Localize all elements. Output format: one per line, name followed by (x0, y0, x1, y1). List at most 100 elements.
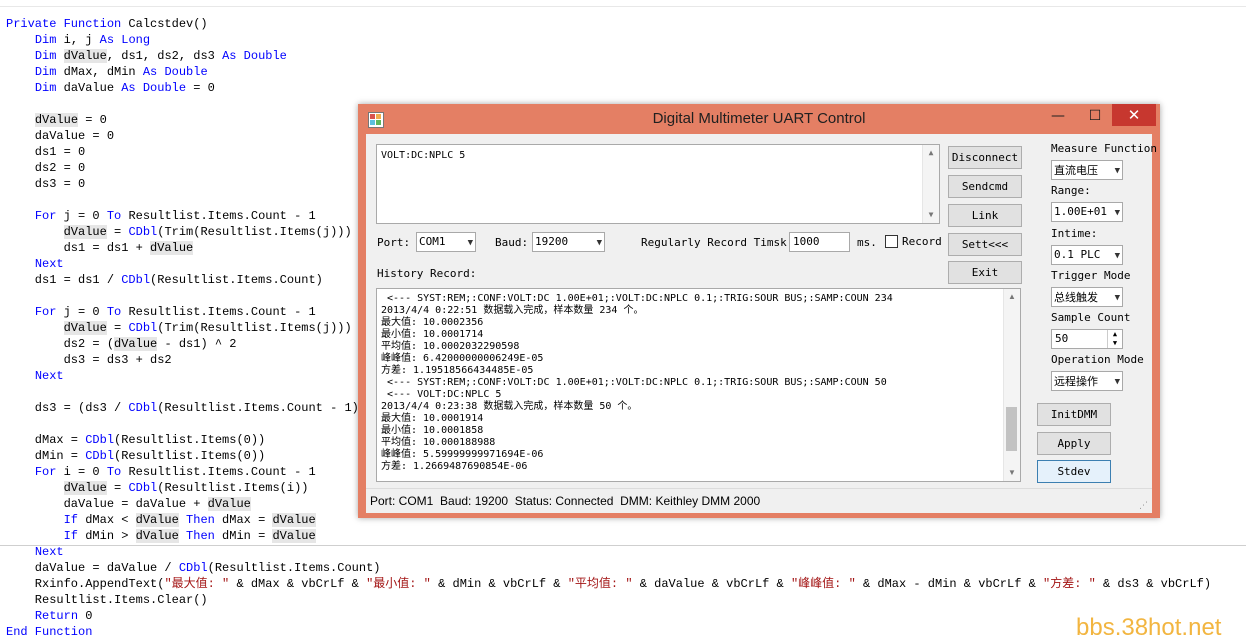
apply-button[interactable]: Apply (1037, 432, 1111, 455)
code-line: Next (6, 368, 64, 384)
code-token: CDbl (121, 273, 151, 287)
code-token: dValue (63, 49, 107, 63)
code-token: dValue (63, 321, 107, 335)
scroll-down-icon[interactable]: ▼ (923, 207, 939, 223)
history-line: 平均值: 10.000188988 (381, 437, 496, 448)
code-token: Calcstdev() (121, 17, 208, 31)
code-line: Return 0 (6, 608, 93, 624)
code-token: & daValue & vbCrLf & (632, 577, 791, 591)
code-token: & ds3 & vbCrLf) (1095, 577, 1212, 591)
editor-top-bar (0, 0, 1246, 7)
code-token: daValue = 0 (6, 129, 115, 143)
editor-divider (0, 545, 1246, 546)
chevron-down-icon: ▼ (1114, 166, 1120, 176)
code-token: (Resultlist.Items.Count) (207, 561, 381, 575)
history-line: 最小值: 10.0001714 (381, 329, 484, 340)
window-title-bar[interactable]: Digital Multimeter UART Control — ☐ ✕ (358, 104, 1160, 134)
code-token: ds3 = ds3 + ds2 (6, 353, 172, 367)
code-token: (Resultlist.Items(0)) (114, 449, 266, 463)
scroll-thumb[interactable] (1006, 407, 1017, 451)
record-checkbox[interactable] (885, 235, 898, 248)
minimize-button[interactable]: — (1048, 106, 1068, 126)
code-token: ds3 = 0 (6, 177, 86, 191)
scroll-up-icon[interactable]: ▲ (1004, 289, 1020, 305)
measure-function-select[interactable]: 直流电压 ▼ (1051, 160, 1123, 180)
status-text: Port: COM1 Baud: 19200 Status: Connected… (370, 494, 761, 508)
range-label: Range: (1051, 184, 1091, 197)
trigger-mode-select[interactable]: 总线触发 ▼ (1051, 287, 1123, 307)
record-time-value: 1000 (793, 235, 820, 248)
code-token: To (106, 209, 122, 223)
history-line: <--- SYST:REM;:CONF:VOLT:DC 1.00E+01;:VO… (381, 293, 893, 304)
code-line: For j = 0 To Resultlist.Items.Count - 1 (6, 304, 316, 320)
code-token: = (106, 481, 129, 495)
code-token: dMax < (78, 513, 136, 527)
history-record[interactable]: <--- SYST:REM;:CONF:VOLT:DC 1.00E+01;:VO… (376, 288, 1021, 482)
range-select[interactable]: 1.00E+01 ▼ (1051, 202, 1123, 222)
history-line: <--- SYST:REM;:CONF:VOLT:DC 1.00E+01;:VO… (381, 377, 887, 388)
maximize-button[interactable]: ☐ (1080, 106, 1110, 126)
history-line: 峰峰值: 6.42000000006249E-05 (381, 353, 544, 364)
scroll-down-icon[interactable]: ▼ (1004, 465, 1020, 481)
code-token: i = 0 (56, 465, 107, 479)
code-token: ds1 = 0 (6, 145, 86, 159)
code-token: As Double (222, 49, 287, 63)
code-token: (Trim(Resultlist.Items(j))) (157, 225, 352, 239)
close-button[interactable]: ✕ (1112, 104, 1156, 126)
code-token: = 0 (78, 113, 107, 127)
resize-grip-icon[interactable]: ⋰ (1139, 500, 1149, 510)
history-scrollbar[interactable]: ▲ ▼ (1003, 289, 1020, 481)
scroll-up-icon[interactable]: ▲ (923, 145, 939, 161)
link-button[interactable]: Link (948, 204, 1022, 227)
code-token: 0 (78, 609, 93, 623)
baud-select[interactable]: 19200 ▼ (532, 232, 605, 252)
code-token: dValue (272, 513, 316, 527)
code-line: Private Function Calcstdev() (6, 16, 208, 32)
code-token: (Resultlist.Items(i)) (157, 481, 309, 495)
history-line: 方差: 1.19518566434485E-05 (381, 365, 534, 376)
settings-button[interactable]: Sett<<< (948, 233, 1022, 256)
record-time-input[interactable]: 1000 (789, 232, 850, 252)
window-client: VOLT:DC:NPLC 5 ▲ ▼ Disconnect Sendcmd Li… (366, 134, 1157, 513)
code-token: For (34, 209, 57, 223)
disconnect-button[interactable]: Disconnect (948, 146, 1022, 169)
code-line: dMin = CDbl(Resultlist.Items(0)) (6, 448, 265, 464)
sample-count-stepper[interactable]: 50 ▲ ▼ (1051, 329, 1123, 349)
port-select[interactable]: COM1 ▼ (416, 232, 476, 252)
sendcmd-button[interactable]: Sendcmd (948, 175, 1022, 198)
app-window: Digital Multimeter UART Control — ☐ ✕ VO… (358, 104, 1160, 518)
code-token: i, j (56, 33, 100, 47)
code-token: CDbl (128, 225, 158, 239)
initdmm-button[interactable]: InitDMM (1037, 403, 1111, 426)
intime-select[interactable]: 0.1 PLC ▼ (1051, 245, 1123, 265)
command-text: VOLT:DC:NPLC 5 (381, 150, 466, 161)
operation-mode-select[interactable]: 远程操作 ▼ (1051, 371, 1123, 391)
stdev-button[interactable]: Stdev (1037, 460, 1111, 483)
code-token: Then (186, 513, 215, 527)
code-token: dMax, dMin (56, 65, 143, 79)
code-token: To (106, 305, 122, 319)
code-token: ds2 = ( (6, 337, 115, 351)
stepper-arrows-icon[interactable]: ▲ ▼ (1107, 330, 1122, 348)
exit-button[interactable]: Exit (948, 261, 1022, 284)
code-token: Private Function (6, 17, 122, 31)
code-token: CDbl (178, 561, 208, 575)
code-token: dMax = (6, 433, 86, 447)
code-token: dValue (272, 529, 316, 543)
code-line: Dim i, j As Long (6, 32, 150, 48)
history-line: 最大值: 10.0001914 (381, 413, 484, 424)
record-label: Record (902, 235, 942, 248)
chevron-down-icon: ▼ (1114, 293, 1120, 303)
baud-label: Baud: (495, 236, 529, 249)
code-token: If (63, 529, 79, 543)
command-input[interactable]: VOLT:DC:NPLC 5 ▲ ▼ (376, 144, 940, 224)
code-token: CDbl (85, 433, 115, 447)
command-scrollbar[interactable]: ▲ ▼ (922, 145, 939, 223)
code-line: End Function (6, 624, 92, 640)
